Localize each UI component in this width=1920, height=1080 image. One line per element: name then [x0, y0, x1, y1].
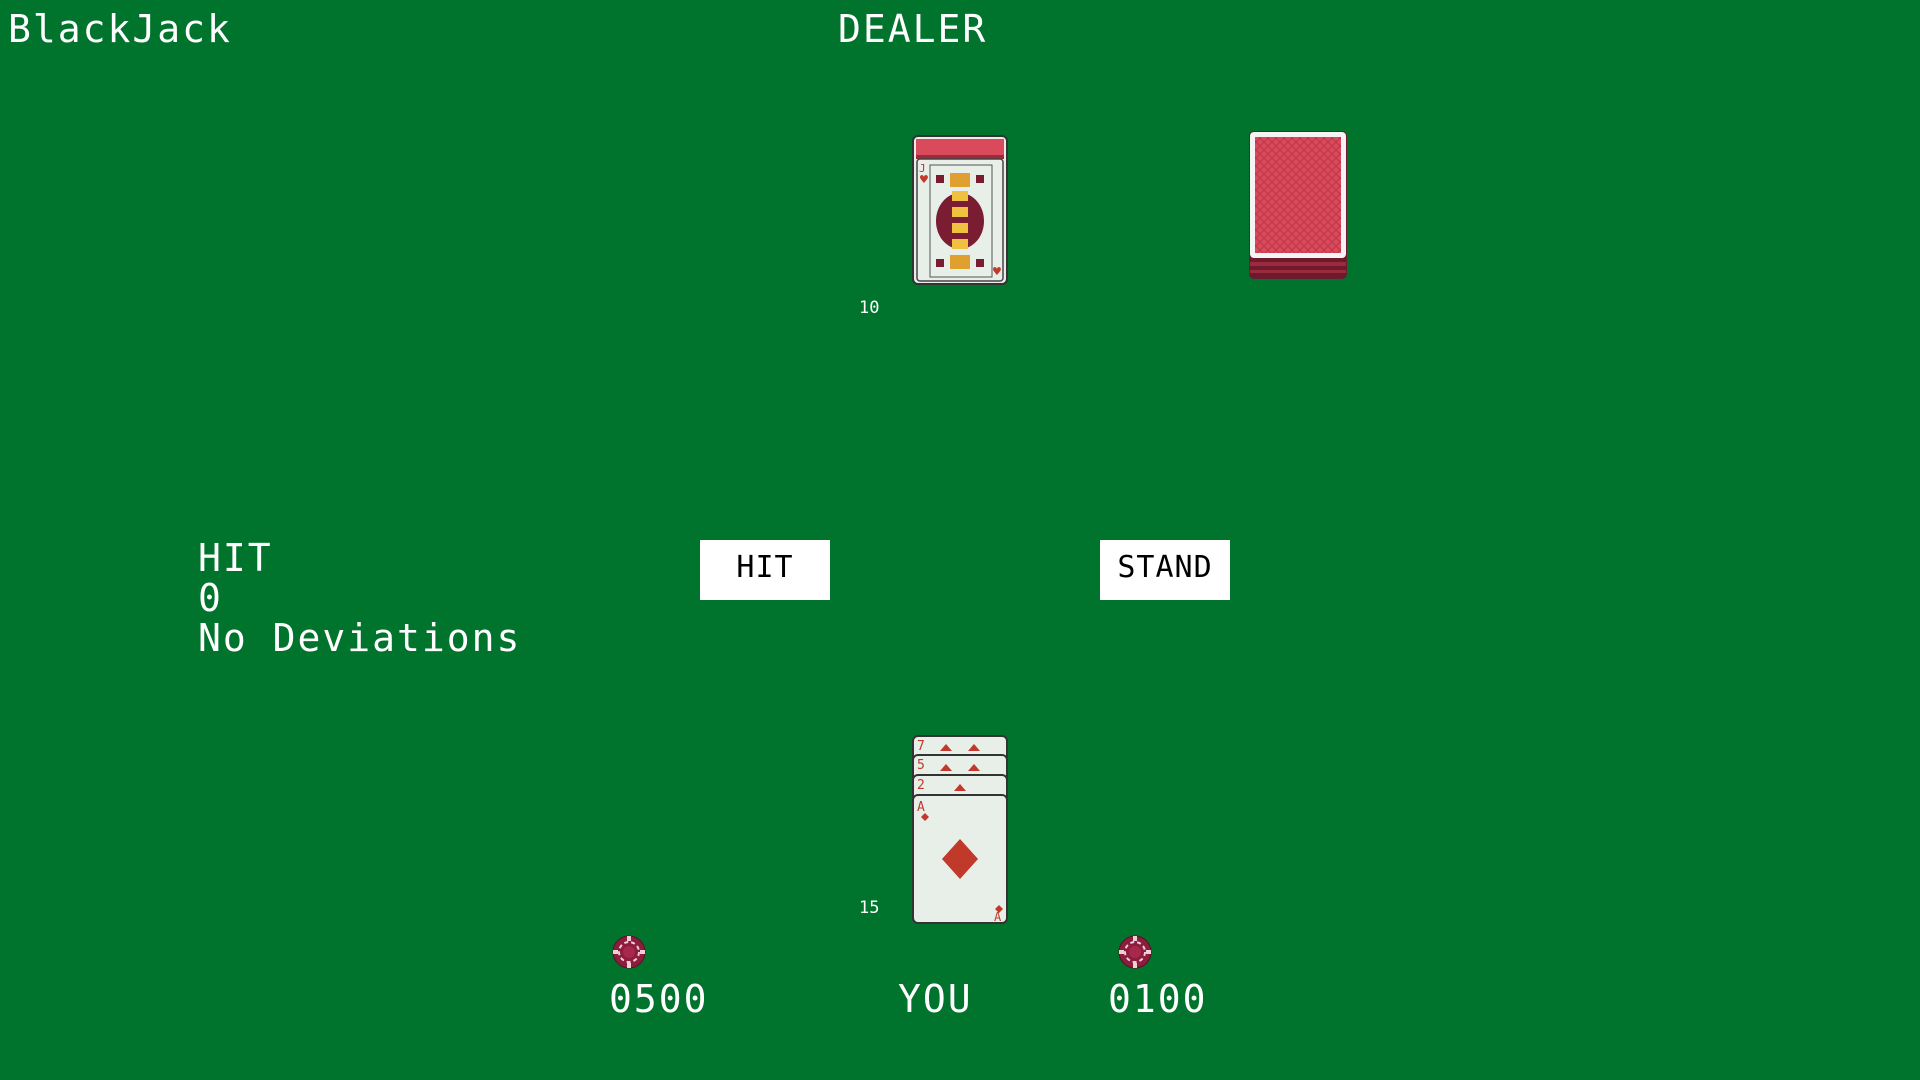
svg-text:5: 5 [917, 758, 925, 773]
app-title: BlackJack [8, 7, 232, 51]
svg-text:♥: ♥ [919, 173, 929, 186]
player-label: YOU [898, 977, 973, 1021]
strategy-advice: HIT 0 No Deviations [198, 538, 521, 658]
dealer-card-jack-hearts: J ♥ ♥ [912, 135, 1008, 285]
player-score: 15 [859, 898, 880, 918]
player-hand: 7 5 2 A A [912, 735, 1008, 924]
advice-action: HIT [198, 536, 273, 580]
deviation-text: No Deviations [198, 616, 522, 660]
running-count: 0 [198, 576, 223, 620]
hit-button[interactable]: HIT [700, 540, 830, 600]
dealer-score: 10 [859, 298, 880, 318]
svg-text:♥: ♥ [992, 265, 1002, 278]
bank-balance: 0500 [609, 977, 709, 1021]
blackjack-table: BlackJack DEALER J ♥ ♥ 10 HIT 0 No Devia… [0, 0, 1920, 1080]
stand-button[interactable]: STAND [1100, 540, 1230, 600]
bet-chip-icon [1118, 935, 1152, 969]
dealer-label: DEALER [838, 7, 988, 51]
bet-amount: 0100 [1108, 977, 1208, 1021]
svg-text:7: 7 [917, 739, 925, 754]
deck-icon [1249, 131, 1347, 279]
svg-text:A: A [917, 800, 925, 815]
svg-text:2: 2 [917, 778, 925, 793]
bank-chip-icon [612, 935, 646, 969]
svg-text:A: A [994, 910, 1002, 924]
player-card-ace-diamonds: A A [912, 794, 1008, 924]
